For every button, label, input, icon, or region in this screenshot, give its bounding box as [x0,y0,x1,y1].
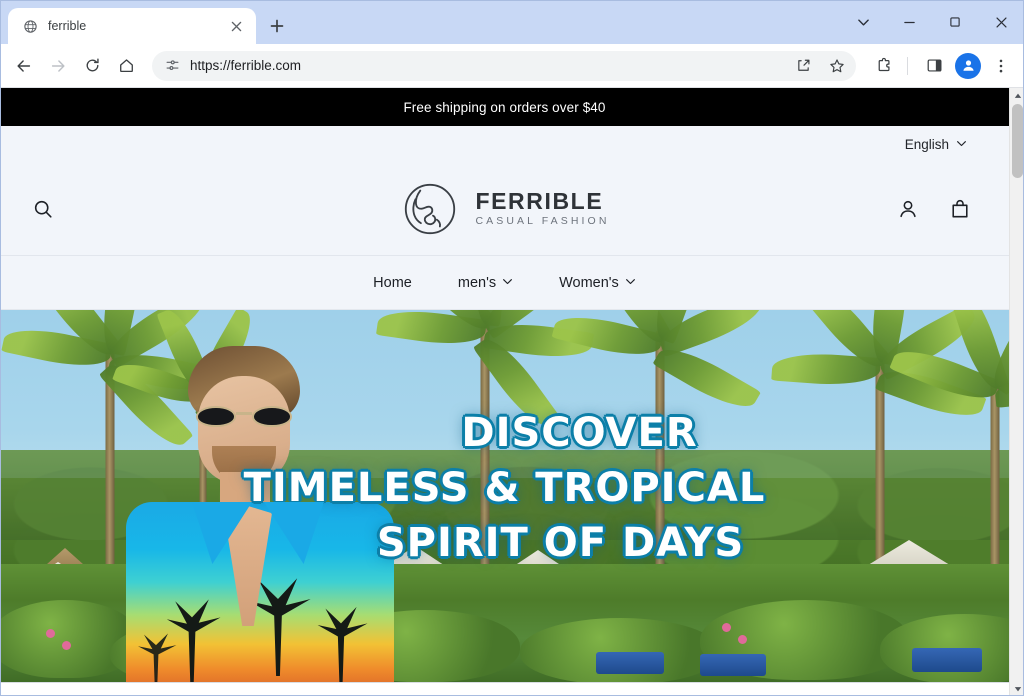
browser-window: ferrible https://ferrible.com Free shipp… [0,0,1024,696]
scroll-down-icon[interactable] [1010,681,1024,696]
window-controls [840,0,1024,44]
language-selector[interactable]: English [905,137,967,152]
brand-wordmark: FERRIBLE CASUAL FASHION [475,190,609,227]
shopping-bag-icon[interactable] [945,194,975,224]
scrollbar-thumb[interactable] [1012,104,1023,178]
nav-label-home: Home [373,274,412,291]
nav-label-mens: men's [457,274,497,291]
site-header: FERRIBLE CASUAL FASHION [0,162,1009,256]
forward-button[interactable] [42,50,74,82]
ticker-text: EXCLUSIVE ARRIVALS TROPICAL PRINTS SUMME… [116,692,609,696]
scroll-up-icon[interactable] [1010,88,1024,103]
main-navigation: Home men's Women's [0,256,1009,310]
hero-banner[interactable]: DISCOVER TIMELESS & TROPICAL SPIRIT OF D… [0,310,1009,684]
hero-model [120,324,400,684]
web-page: Free shipping on orders over $40 English [0,88,1009,696]
flower [722,623,731,632]
chrome-menu-icon[interactable] [986,51,1016,81]
url-text[interactable]: https://ferrible.com [190,58,782,73]
toolbar-divider [907,56,908,75]
tune-icon[interactable] [162,56,182,76]
search-icon[interactable] [28,194,58,224]
side-panel-icon[interactable] [919,51,949,81]
globe-logo-icon [399,178,461,240]
flower [46,629,55,638]
sunglasses-icon [196,406,292,427]
announcement-bar: Free shipping on orders over $40 [0,88,1009,126]
address-bar[interactable]: https://ferrible.com [152,50,856,81]
close-icon[interactable] [226,16,246,36]
language-label: English [904,136,949,152]
maximize-icon[interactable] [932,0,978,44]
nav-item-mens[interactable]: men's [458,275,513,291]
brand-name: FERRIBLE [475,188,604,215]
minimize-icon[interactable] [886,0,932,44]
chevron-down-icon [502,275,513,291]
announcement-text: Free shipping on orders over $40 [403,99,606,115]
site-logo[interactable]: FERRIBLE CASUAL FASHION [399,178,609,240]
close-window-icon[interactable] [978,0,1024,44]
reload-button[interactable] [76,50,108,82]
flower [62,641,71,650]
bookmark-star-icon[interactable] [824,53,850,79]
marquee-ticker: EXCLUSIVE ARRIVALS TROPICAL PRINTS SUMME… [0,682,1009,696]
lounge-chair [700,654,766,676]
browser-tab[interactable]: ferrible [8,8,256,44]
profile-avatar[interactable] [955,52,981,79]
share-icon[interactable] [790,53,816,79]
hero-image [0,310,1009,684]
chevron-down-icon [625,275,636,291]
tab-strip: ferrible [0,0,1024,44]
page-viewport: Free shipping on orders over $40 English [0,88,1024,696]
tab-title: ferrible [48,19,87,33]
globe-icon [22,18,38,34]
tab-search-icon[interactable] [840,0,886,44]
page-scrollbar[interactable] [1009,88,1024,696]
lounge-chair [596,652,664,674]
home-button[interactable] [110,50,142,82]
nav-label-womens: Women's [559,274,619,291]
utility-bar: English [0,126,1009,162]
back-button[interactable] [8,50,40,82]
shrub [520,618,720,684]
header-left-actions [28,194,58,224]
nav-item-home[interactable]: Home [373,275,412,291]
new-tab-button[interactable] [262,11,292,41]
lounge-chair [912,648,982,672]
nav-item-womens[interactable]: Women's [559,275,636,291]
extensions-icon[interactable] [869,51,899,81]
user-account-icon[interactable] [893,194,923,224]
chevron-down-icon [956,137,967,152]
brand-tagline: CASUAL FASHION [475,215,610,228]
flower [738,635,747,644]
header-right-actions [893,194,975,224]
browser-toolbar: https://ferrible.com [0,44,1024,88]
